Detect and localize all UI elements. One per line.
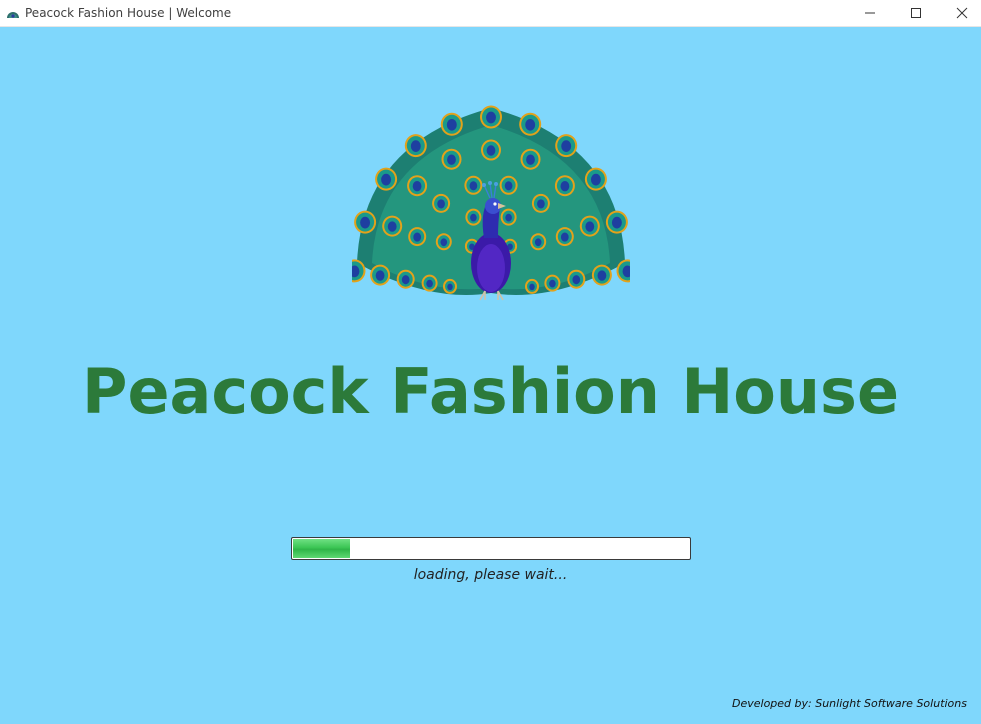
plume-eye-center	[401, 275, 410, 285]
plume-eye-center	[529, 283, 535, 291]
plume-eye-center	[446, 118, 457, 131]
app-title: Peacock Fashion House	[82, 355, 899, 428]
plume-eye-center	[412, 181, 422, 192]
close-button[interactable]	[939, 0, 981, 27]
peacock-logo	[352, 105, 630, 301]
close-icon	[956, 7, 968, 19]
plume-eye-center	[486, 111, 496, 124]
plume-eye-center	[534, 238, 542, 247]
plume-eye-center	[413, 232, 422, 242]
plume-eye-center	[381, 173, 392, 186]
plume-eye-center	[375, 270, 385, 281]
peacock-app-icon	[7, 12, 19, 18]
plume-eye-center	[470, 213, 477, 222]
developer-credits: Developed by: Sunlight Software Solution…	[732, 697, 967, 710]
plume-eye-center	[437, 199, 445, 209]
minimize-icon	[865, 12, 875, 14]
plume-eye-center	[387, 221, 397, 232]
plume-eye-center	[572, 275, 581, 285]
splash-window: Peacock Fashion House | Welcome Peacock …	[0, 0, 981, 724]
plume-eye-center	[549, 279, 556, 288]
plume-eye-center	[504, 181, 513, 191]
plume-eye-center	[611, 216, 622, 229]
loading-progress-bar	[291, 537, 691, 560]
plume-eye-center	[590, 173, 601, 186]
plume-eye-center	[537, 199, 545, 209]
plume-eye-center	[560, 232, 569, 242]
plume-eye-center	[585, 221, 595, 232]
plume-eye-center	[526, 154, 535, 165]
plume-eye-center	[440, 238, 448, 247]
loading-status-text: loading, please wait...	[413, 567, 568, 583]
plume-eye-center	[410, 140, 421, 152]
plume-eye-center	[469, 181, 478, 191]
plume-eye-center	[426, 279, 433, 288]
maximize-icon	[911, 8, 921, 18]
plume-eye-center	[447, 154, 456, 165]
window-title: Peacock Fashion House | Welcome	[25, 6, 232, 20]
plume-eye-center	[597, 270, 607, 281]
plume-eye-center	[560, 181, 570, 192]
minimize-button[interactable]	[847, 0, 893, 27]
maximize-button[interactable]	[893, 0, 939, 27]
plume-eye-center	[447, 283, 453, 291]
plume-eye-center	[561, 140, 572, 152]
progress-fill	[293, 539, 350, 558]
plume-eye-center	[505, 213, 512, 222]
plume-eye-center	[360, 216, 371, 229]
title-bar[interactable]: Peacock Fashion House | Welcome	[0, 0, 981, 27]
plume-eye-center	[525, 118, 536, 131]
plume-eye-center	[486, 145, 496, 156]
